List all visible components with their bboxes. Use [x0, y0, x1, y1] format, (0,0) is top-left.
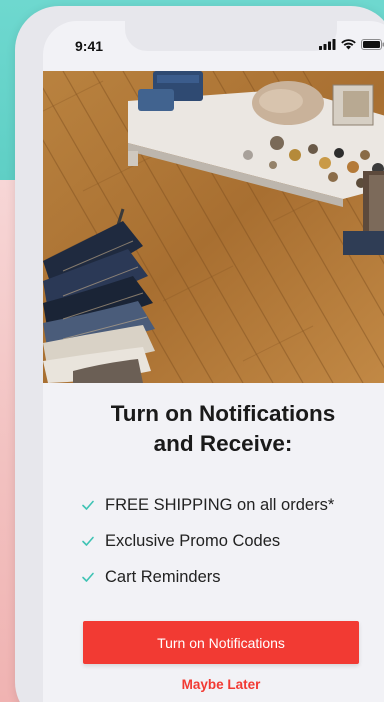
- clothing-store-photo: [43, 71, 384, 383]
- app-screen: 9:41 Turn on Notifications and Receive: …: [43, 21, 384, 702]
- maybe-later-link[interactable]: Maybe Later: [83, 677, 359, 692]
- list-item: FREE SHIPPING on all orders*: [81, 487, 334, 523]
- phone-notch: [125, 21, 337, 51]
- signal-icon: [319, 39, 336, 50]
- phone-frame: 9:41 Turn on Notifications and Receive: …: [15, 6, 384, 702]
- benefits-list: FREE SHIPPING on all orders* Exclusive P…: [81, 487, 334, 595]
- benefit-label: Exclusive Promo Codes: [105, 531, 281, 550]
- headline-line-2: and Receive:: [153, 431, 293, 456]
- turn-on-notifications-button[interactable]: Turn on Notifications: [83, 621, 359, 664]
- benefit-label: Cart Reminders: [105, 567, 221, 586]
- notification-headline: Turn on Notifications and Receive:: [43, 399, 384, 459]
- status-icons: [319, 39, 384, 50]
- store-hero-image: [43, 71, 384, 383]
- check-icon: [82, 500, 94, 510]
- list-item: Exclusive Promo Codes: [81, 523, 334, 559]
- list-item: Cart Reminders: [81, 559, 334, 595]
- wifi-icon: [341, 39, 356, 50]
- check-icon: [82, 536, 94, 546]
- battery-icon: [361, 39, 384, 50]
- benefit-label: FREE SHIPPING on all orders*: [105, 495, 335, 514]
- status-time: 9:41: [75, 38, 104, 54]
- check-icon: [82, 572, 94, 582]
- headline-line-1: Turn on Notifications: [110, 401, 336, 426]
